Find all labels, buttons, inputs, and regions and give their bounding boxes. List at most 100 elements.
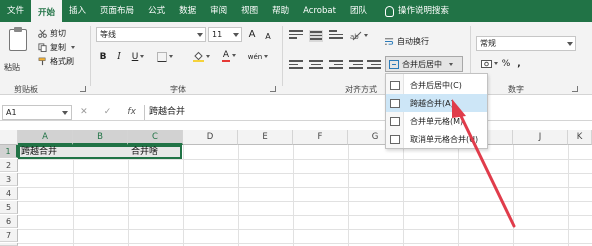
- insert-function-icon[interactable]: fx: [127, 107, 136, 117]
- row-header-6[interactable]: 6: [0, 215, 18, 228]
- comma-style-button[interactable]: ,: [514, 56, 524, 71]
- text-orientation-icon: ab: [350, 31, 362, 41]
- menu-item-merge-center[interactable]: 合并后居中(C): [386, 76, 487, 94]
- tab-formulas[interactable]: 公式: [141, 0, 172, 22]
- clipboard-launcher-icon[interactable]: [80, 86, 86, 92]
- chevron-down-icon: [493, 62, 498, 65]
- chevron-down-icon: [140, 55, 145, 58]
- col-header-k[interactable]: K: [568, 130, 592, 145]
- tab-file[interactable]: 文件: [0, 0, 31, 22]
- format-painter-button[interactable]: 格式刷: [38, 56, 74, 67]
- align-center-icon[interactable]: [309, 60, 323, 72]
- tab-acrobat[interactable]: Acrobat: [296, 0, 343, 22]
- col-header-j[interactable]: J: [513, 130, 568, 145]
- merge-center-icon: [390, 80, 400, 90]
- chevron-down-icon: [169, 55, 173, 58]
- align-middle-icon[interactable]: [309, 30, 323, 42]
- fill-color-button[interactable]: [190, 49, 212, 64]
- col-header-f[interactable]: F: [293, 130, 348, 145]
- tab-team[interactable]: 团队: [343, 0, 374, 22]
- enter-icon[interactable]: ✓: [104, 107, 112, 117]
- orientation-button[interactable]: ab: [349, 28, 369, 43]
- formula-bar: A1 ✕ ✓ fx 跨越合并: [0, 104, 592, 121]
- name-box[interactable]: A1: [2, 104, 72, 120]
- tab-data[interactable]: 数据: [172, 0, 203, 22]
- tab-view[interactable]: 视图: [234, 0, 265, 22]
- alignment-group-label: 对齐方式: [345, 85, 377, 94]
- cell-c1[interactable]: 合并啥: [131, 146, 158, 159]
- align-bottom-icon[interactable]: [329, 30, 343, 42]
- number-launcher-icon[interactable]: [572, 86, 578, 92]
- chevron-down-icon: [232, 54, 237, 57]
- copy-button[interactable]: 复制: [38, 42, 75, 53]
- col-header-c[interactable]: C: [128, 130, 183, 145]
- row-header-3[interactable]: 3: [0, 173, 18, 186]
- row-header-2[interactable]: 2: [0, 159, 18, 172]
- paintbrush-icon: [38, 57, 46, 66]
- tab-review[interactable]: 审阅: [203, 0, 234, 22]
- chevron-down-icon: [197, 33, 203, 37]
- menu-item-merge-across[interactable]: 跨越合并(A): [386, 94, 487, 112]
- menu-item-unmerge-cells[interactable]: 取消单元格合并(U): [386, 130, 487, 148]
- paste-button[interactable]: [6, 27, 32, 61]
- ribbon-home: 粘贴 剪切 复制 格式刷 剪贴板 等线 11 A A B I U A wén 字…: [0, 22, 592, 95]
- currency-icon: [480, 59, 492, 68]
- row-header-1[interactable]: 1: [0, 145, 18, 158]
- font-color-button[interactable]: A: [218, 48, 240, 63]
- clipboard-icon: [9, 29, 27, 51]
- ribbon-tab-bar: 文件 开始 插入 页面布局 公式 数据 审阅 视图 帮助 Acrobat 团队 …: [0, 0, 592, 22]
- col-header-b[interactable]: B: [73, 130, 128, 145]
- tab-page-layout[interactable]: 页面布局: [93, 0, 141, 22]
- cell-a1[interactable]: 跨越合并: [21, 146, 57, 159]
- wrap-text-button[interactable]: 自动换行: [385, 36, 429, 47]
- underline-button[interactable]: U: [130, 49, 146, 64]
- align-left-icon[interactable]: [289, 60, 303, 72]
- merge-center-button[interactable]: 合并后居中: [385, 56, 463, 72]
- menu-item-merge-cells[interactable]: 合并单元格(M): [386, 112, 487, 130]
- borders-button[interactable]: [154, 49, 176, 64]
- decrease-indent-icon[interactable]: [349, 60, 363, 72]
- align-top-icon[interactable]: [289, 30, 303, 42]
- chevron-down-icon[interactable]: [449, 62, 453, 66]
- col-header-a[interactable]: A: [18, 130, 73, 145]
- col-header-e[interactable]: E: [238, 130, 293, 145]
- font-launcher-icon[interactable]: [270, 86, 276, 92]
- grow-font-button[interactable]: A: [246, 27, 258, 42]
- cancel-icon[interactable]: ✕: [80, 107, 88, 117]
- font-color-icon: A: [221, 49, 231, 62]
- align-right-icon[interactable]: [329, 60, 343, 72]
- tab-help[interactable]: 帮助: [265, 0, 296, 22]
- cut-button[interactable]: 剪切: [38, 28, 66, 39]
- merge-dropdown-menu: 合并后居中(C) 跨越合并(A) 合并单元格(M) 取消单元格合并(U): [385, 73, 488, 149]
- chevron-down-icon: [62, 110, 68, 115]
- font-group-label: 字体: [170, 85, 186, 94]
- font-name-combo[interactable]: 等线: [96, 27, 206, 42]
- percent-button[interactable]: %: [500, 56, 512, 71]
- worksheet-grid: A B C D E F G H I J K 1 2 3 4 5 6 7 跨越合并…: [0, 130, 592, 246]
- select-all-corner[interactable]: [0, 130, 18, 145]
- chevron-down-icon: [364, 34, 368, 37]
- tab-insert[interactable]: 插入: [62, 0, 93, 22]
- chevron-down-icon: [264, 55, 269, 58]
- merge-cells-icon: [390, 116, 400, 126]
- merge-across-icon: [390, 98, 400, 108]
- formula-input[interactable]: 跨越合并: [144, 104, 592, 120]
- unmerge-cells-icon: [390, 134, 400, 144]
- number-format-combo[interactable]: 常规: [476, 36, 576, 51]
- tab-home[interactable]: 开始: [31, 0, 63, 22]
- copy-icon: [38, 43, 47, 52]
- col-header-d[interactable]: D: [183, 130, 238, 145]
- scissors-icon: [38, 29, 47, 38]
- increase-indent-icon[interactable]: [367, 60, 381, 72]
- phonetic-button[interactable]: wén: [246, 49, 270, 64]
- shrink-font-button[interactable]: A: [262, 29, 274, 44]
- row-header-4[interactable]: 4: [0, 187, 18, 200]
- font-size-combo[interactable]: 11: [208, 27, 242, 42]
- row-header-7[interactable]: 7: [0, 229, 18, 242]
- tell-me-search[interactable]: 操作说明搜索: [378, 0, 456, 22]
- accounting-format-button[interactable]: [478, 56, 500, 71]
- row-header-5[interactable]: 5: [0, 201, 18, 214]
- chevron-down-icon: [205, 55, 210, 58]
- italic-button[interactable]: I: [114, 49, 124, 64]
- bold-button[interactable]: B: [97, 49, 109, 64]
